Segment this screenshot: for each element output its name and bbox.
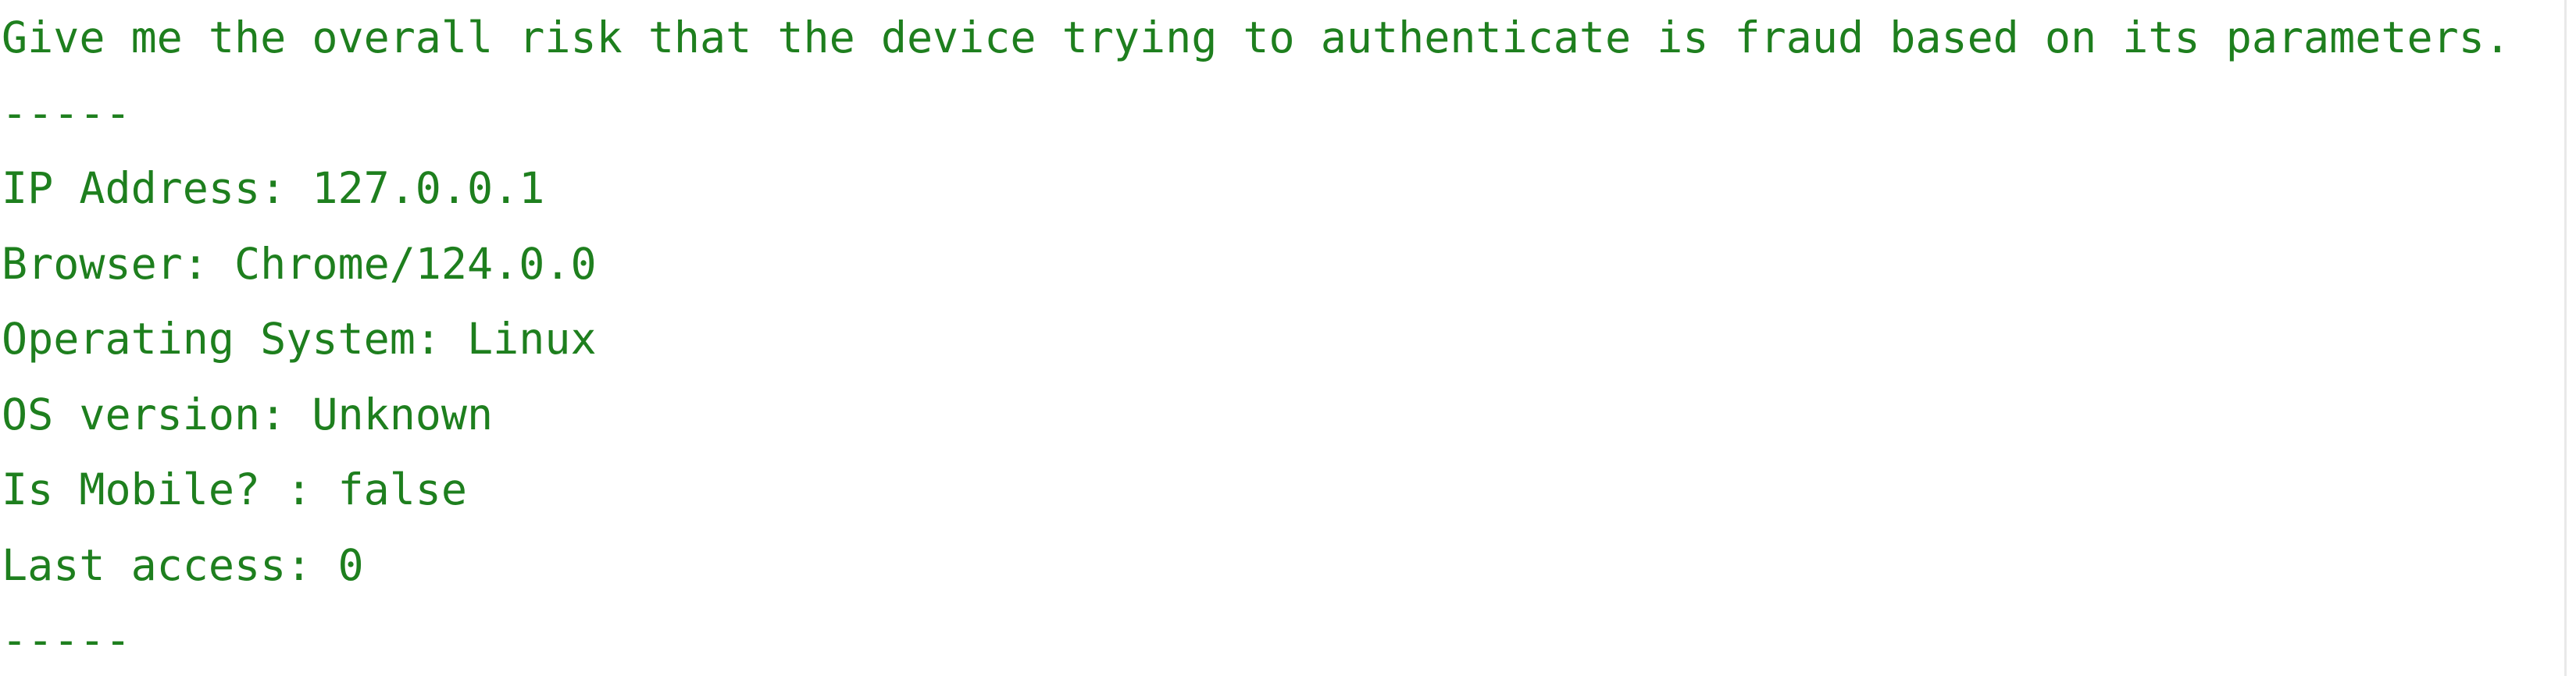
is-mobile-line: Is Mobile? : false [2, 464, 468, 514]
scrollbar-track[interactable] [2564, 0, 2567, 676]
browser-line: Browser: Chrome/124.0.0 [2, 238, 597, 289]
prompt-line: Give me the overall risk that the device… [2, 12, 2510, 62]
last-access-line: Last access: 0 [2, 539, 364, 590]
operating-system-line: Operating System: Linux [2, 314, 597, 364]
separator-line: ----- [2, 615, 131, 665]
os-version-line: OS version: Unknown [2, 389, 494, 439]
separator-line: ----- [2, 87, 131, 138]
ip-address-line: IP Address: 127.0.0.1 [2, 163, 545, 213]
console-output-panel: Give me the overall risk that the device… [0, 0, 2551, 676]
